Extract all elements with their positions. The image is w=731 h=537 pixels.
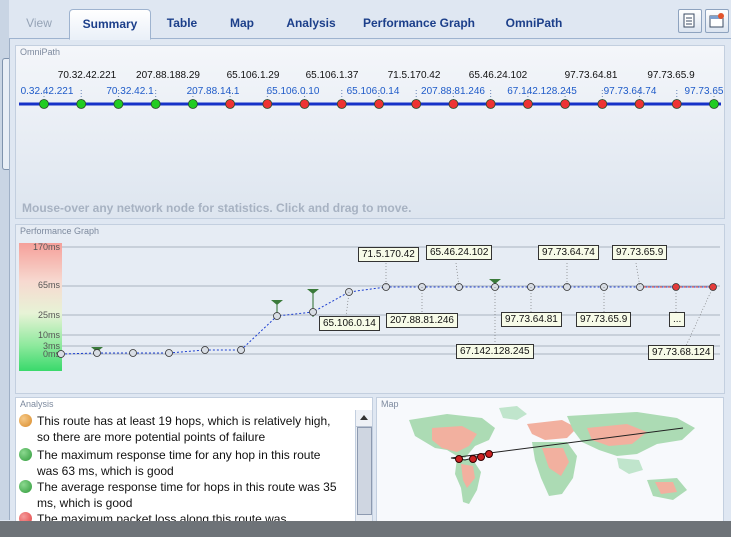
route-node <box>299 99 310 109</box>
route-node <box>262 99 273 109</box>
tab-table[interactable]: Table <box>157 9 207 37</box>
hop-point <box>129 349 137 357</box>
hop-callout: 97.73.68.124 <box>648 345 715 360</box>
route-node <box>709 99 719 109</box>
tab-map[interactable]: Map <box>221 9 263 37</box>
world-map[interactable] <box>377 398 723 522</box>
route-node <box>113 99 124 109</box>
tab-performance-graph[interactable]: Performance Graph <box>359 9 479 37</box>
scrollbar-thumb[interactable] <box>357 427 372 515</box>
omnipath-route-graphic[interactable] <box>16 46 724 218</box>
callout-leader <box>685 286 714 347</box>
route-node <box>634 99 645 109</box>
bottom-status-bar <box>0 521 731 537</box>
route-node <box>374 99 384 109</box>
analysis-item: The maximum response time for any hop in… <box>37 448 321 478</box>
route-node <box>336 99 347 109</box>
error-bar-cap <box>307 289 319 294</box>
dock-handle[interactable] <box>2 58 9 170</box>
hop-callout: 97.73.64.81 <box>501 312 562 327</box>
tab-bar: View Summary Table Map Analysis Performa… <box>9 0 731 40</box>
tab-analysis[interactable]: Analysis <box>279 9 343 37</box>
route-node <box>522 99 533 109</box>
route-node <box>597 99 608 109</box>
hop-point <box>165 349 173 357</box>
analysis-panel: Analysis This route has at least 19 hops… <box>15 397 373 523</box>
analysis-title: Analysis <box>20 399 54 409</box>
hop-point <box>93 349 101 357</box>
hop-callout: 97.73.64.74 <box>538 245 599 260</box>
hop-point <box>273 312 281 320</box>
analysis-scrollbar[interactable] <box>355 410 372 522</box>
hop-callout: 65.46.24.102 <box>426 245 493 260</box>
hop-point <box>201 346 209 354</box>
route-node <box>560 99 571 109</box>
scroll-up-button[interactable] <box>356 410 372 427</box>
hop-point <box>237 346 245 354</box>
document-icon <box>683 13 695 28</box>
error-bar-cap <box>271 300 283 305</box>
hop-callout: 67.142.128.245 <box>456 344 534 359</box>
left-dock-strip <box>0 0 10 520</box>
route-node <box>76 99 87 109</box>
route-node <box>225 99 236 109</box>
hop-callout: 65.106.0.14 <box>319 316 380 331</box>
hop-point <box>57 350 65 358</box>
hop-callout: 97.73.65.9 <box>576 312 632 327</box>
route-node <box>187 99 198 109</box>
hop-callout: ... <box>669 312 686 327</box>
analysis-item: This route has at least 19 hops, which i… <box>37 414 331 444</box>
performance-graph-panel[interactable]: Performance Graph 170ms 65ms 25ms 10ms 3… <box>15 224 725 394</box>
route-node <box>411 99 422 109</box>
map-panel[interactable]: Map <box>376 397 724 523</box>
document-button[interactable] <box>678 9 702 33</box>
warning-icon <box>19 414 32 427</box>
analysis-list[interactable]: This route has at least 19 hops, which i… <box>16 411 354 522</box>
ok-icon <box>19 448 32 461</box>
ok-icon <box>19 480 32 493</box>
analysis-item: The average response time for hops in th… <box>37 480 337 510</box>
new-window-button[interactable] <box>705 9 729 33</box>
route-node <box>448 99 459 109</box>
hop-point <box>309 308 317 316</box>
scroll-up-icon <box>360 415 368 420</box>
hop-callout: 97.73.65.9 <box>612 245 668 260</box>
omnipath-hint: Mouse-over any network node for statisti… <box>22 201 412 215</box>
hop-callout: 71.5.170.42 <box>358 247 419 262</box>
tab-view[interactable]: View <box>17 9 61 37</box>
route-node <box>671 99 682 109</box>
route-node <box>485 99 496 109</box>
tab-summary[interactable]: Summary <box>69 9 151 40</box>
route-node <box>150 99 161 109</box>
omnipath-panel[interactable]: OmniPath 70.32.42.221 207.88.188.29 65.1… <box>15 45 725 219</box>
hop-callout: 207.88.81.246 <box>386 313 458 328</box>
callout-leader <box>345 291 350 318</box>
new-window-icon <box>709 13 724 28</box>
route-node <box>39 99 49 109</box>
tab-omnipath[interactable]: OmniPath <box>499 9 569 37</box>
